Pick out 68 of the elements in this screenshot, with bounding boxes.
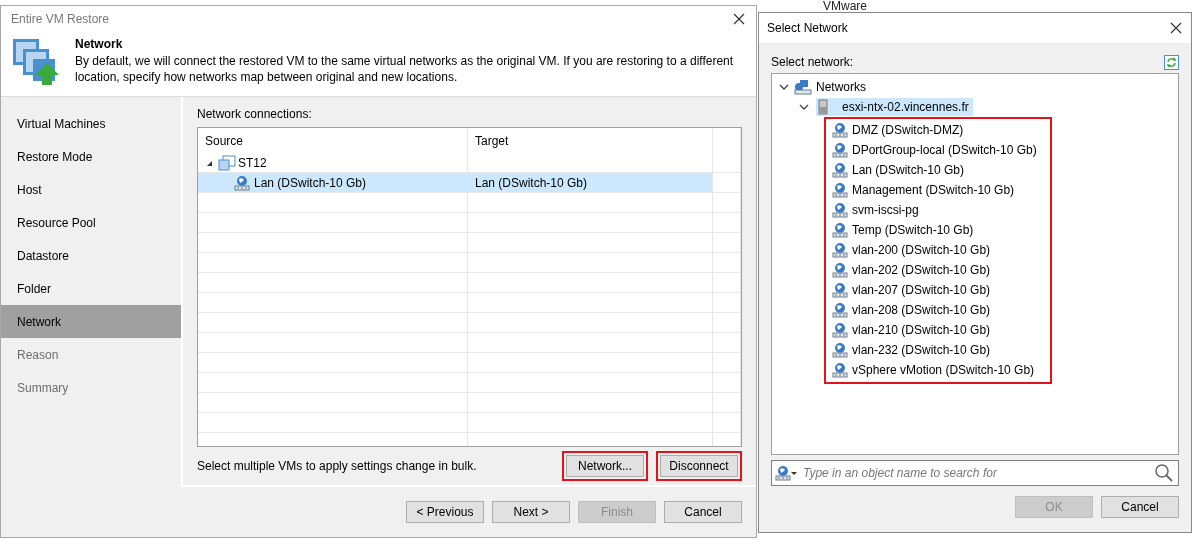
network-icon — [832, 162, 848, 178]
page-description: By default, we will connect the restored VM to the same virtual networks as the original VM. If you are restoring to a different location, specify how networks map between original and new locations. — [75, 53, 735, 86]
network-icon — [832, 182, 848, 198]
network-icon — [832, 282, 848, 298]
vm-icon — [218, 154, 236, 171]
tree-item[interactable]: vlan-202 (DSwitch-10 Gb) — [852, 261, 991, 279]
tree-item[interactable]: Networks — [816, 78, 866, 96]
background-text: VMware — [823, 0, 867, 15]
tree-item[interactable]: Lan (DSwitch-10 Gb) — [852, 161, 965, 179]
wizard-step[interactable]: Restore Mode — [1, 140, 181, 173]
server-icon — [818, 99, 828, 115]
table-cell-text: Lan (DSwitch-10 Gb) — [475, 174, 588, 192]
field-label: Select network: — [771, 54, 854, 71]
action-button[interactable]: Network... — [566, 455, 644, 478]
dialog-title: Select Network — [767, 20, 848, 37]
tree-item[interactable]: Management (DSwitch-10 Gb) — [852, 181, 1015, 199]
table-cell-text: Lan (DSwitch-10 Gb) — [254, 174, 367, 192]
network-icon — [832, 262, 848, 278]
tree-item[interactable]: vSphere vMotion (DSwitch-10 Gb) — [852, 361, 1035, 379]
refresh-icon — [1164, 54, 1179, 70]
wizard-step: Reason — [1, 338, 181, 371]
dialog-button[interactable]: Cancel — [1101, 496, 1179, 518]
tree-item[interactable]: DMZ (DSwitch-DMZ) — [852, 121, 964, 139]
close-icon — [732, 11, 746, 26]
wizard-button[interactable]: < Previous — [406, 501, 484, 523]
column-header[interactable]: Target — [468, 128, 713, 153]
table-cell-text: ST12 — [238, 154, 267, 172]
window-title: Entire VM Restore — [11, 10, 110, 28]
networks-icon — [794, 79, 812, 95]
network-icon — [832, 202, 848, 218]
column-header[interactable]: Source — [198, 128, 468, 153]
tree-item[interactable]: vlan-208 (DSwitch-10 Gb) — [852, 301, 991, 319]
network-icon — [832, 302, 848, 318]
page-title: Network — [75, 37, 124, 52]
wizard-step[interactable]: Folder — [1, 272, 181, 305]
wizard-step[interactable]: Host — [1, 173, 181, 206]
network-icon — [832, 122, 848, 138]
tree-item[interactable]: esxi-ntx-02.vincennes.fr — [816, 98, 973, 116]
wizard-step[interactable]: Virtual Machines — [1, 107, 181, 140]
search-icon — [1154, 463, 1174, 483]
wizard-button[interactable]: Cancel — [664, 501, 742, 523]
tree-item[interactable]: vlan-210 (DSwitch-10 Gb) — [852, 321, 991, 339]
network-icon — [832, 242, 848, 258]
network-icon — [832, 322, 848, 338]
section-label: Network connections: — [197, 106, 313, 123]
network-icon — [832, 222, 848, 238]
refresh-button[interactable] — [1164, 54, 1179, 70]
action-button[interactable]: Disconnect — [660, 455, 738, 478]
close-button[interactable] — [732, 11, 746, 26]
tree-item[interactable]: vlan-200 (DSwitch-10 Gb) — [852, 241, 991, 259]
wizard-step[interactable]: Resource Pool — [1, 206, 181, 239]
network-icon — [775, 465, 791, 481]
hint-text: Select multiple VMs to apply settings change in bulk. — [197, 458, 477, 476]
network-icon — [832, 342, 848, 358]
tree-item[interactable]: DPortGroup-local (DSwitch-10 Gb) — [852, 141, 1037, 159]
tree-item[interactable]: vlan-207 (DSwitch-10 Gb) — [852, 281, 991, 299]
tree-item[interactable]: svm-iscsi-pg — [852, 201, 919, 219]
wizard-button[interactable]: Next > — [492, 501, 570, 523]
close-button[interactable] — [1169, 21, 1183, 35]
tree-item[interactable]: Temp (DSwitch-10 Gb) — [852, 221, 974, 239]
wizard-step: Summary — [1, 371, 181, 404]
wizard-step[interactable]: Network — [1, 305, 181, 338]
network-icon — [832, 362, 848, 378]
wizard-step[interactable]: Datastore — [1, 239, 181, 272]
close-icon — [1169, 21, 1183, 35]
search-field[interactable]: Type in an object name to search for — [771, 460, 1179, 486]
tree-item[interactable]: vlan-232 (DSwitch-10 Gb) — [852, 341, 991, 359]
network-icon — [832, 142, 848, 158]
